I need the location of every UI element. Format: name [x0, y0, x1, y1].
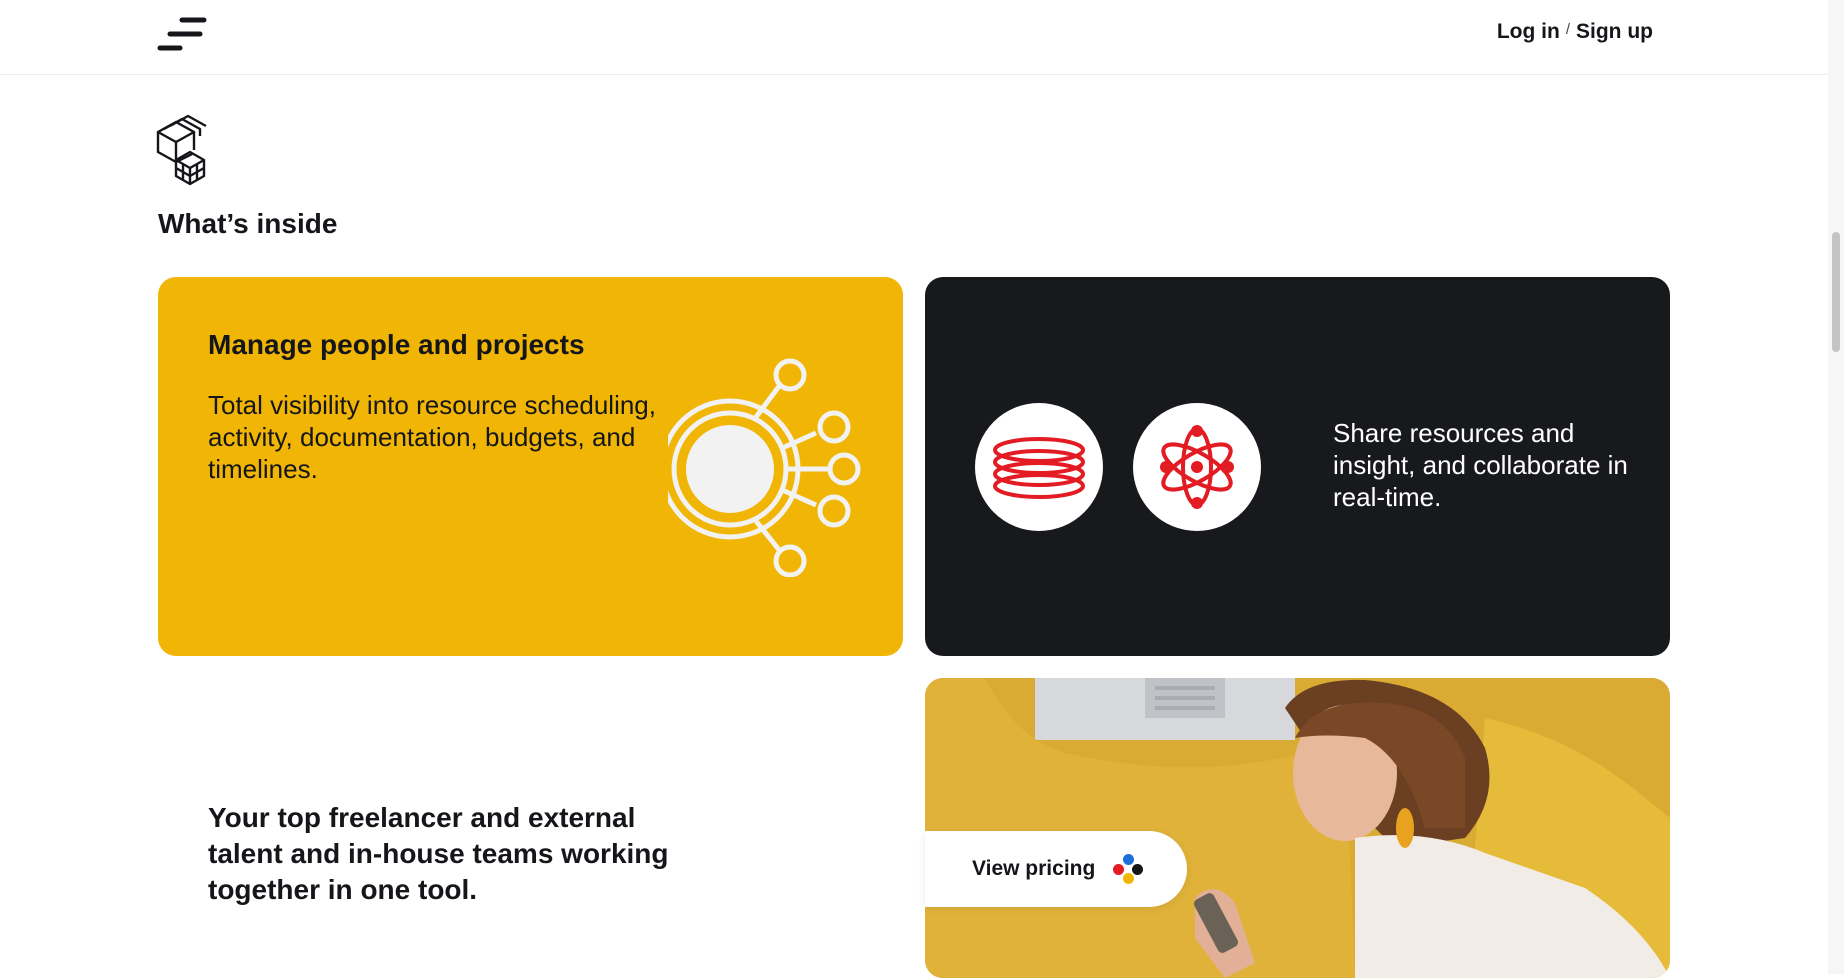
collaboration-statement: Your top freelancer and external talent …	[208, 802, 669, 905]
menu-button[interactable]	[156, 14, 212, 54]
auth-separator: /	[1565, 20, 1570, 38]
share-resources-card: Share resources and insight, and collabo…	[925, 277, 1670, 656]
auth-links: Log in / Sign up	[1497, 20, 1653, 44]
card-title: Manage people and projects	[208, 329, 585, 360]
card-text: Total visibility into resource schedulin…	[208, 390, 656, 484]
rings-icon	[993, 437, 1085, 499]
hub-network-icon	[659, 357, 868, 578]
signup-link[interactable]: Sign up	[1576, 20, 1653, 44]
menu-icon	[157, 17, 207, 51]
cube-stack-icon	[154, 112, 210, 188]
pricing-label: View pricing	[972, 857, 1096, 880]
atom-badge	[1133, 403, 1261, 531]
manage-people-card: Manage people and projects Total visibil…	[158, 277, 903, 656]
login-link[interactable]: Log in	[1497, 20, 1560, 44]
section-title: What’s inside	[158, 208, 338, 239]
atom-icon	[1160, 425, 1234, 509]
color-dots-icon	[1113, 854, 1144, 884]
scrollbar-thumb[interactable]	[1832, 232, 1840, 352]
view-pricing-button[interactable]: View pricing	[925, 831, 1187, 907]
top-navigation: Log in / Sign up	[0, 0, 1828, 75]
page-scrollbar[interactable]	[1828, 0, 1844, 974]
woman-phone-photo	[925, 678, 1670, 978]
rings-badge	[975, 403, 1103, 531]
card-text: Share resources and insight, and collabo…	[1333, 418, 1628, 512]
